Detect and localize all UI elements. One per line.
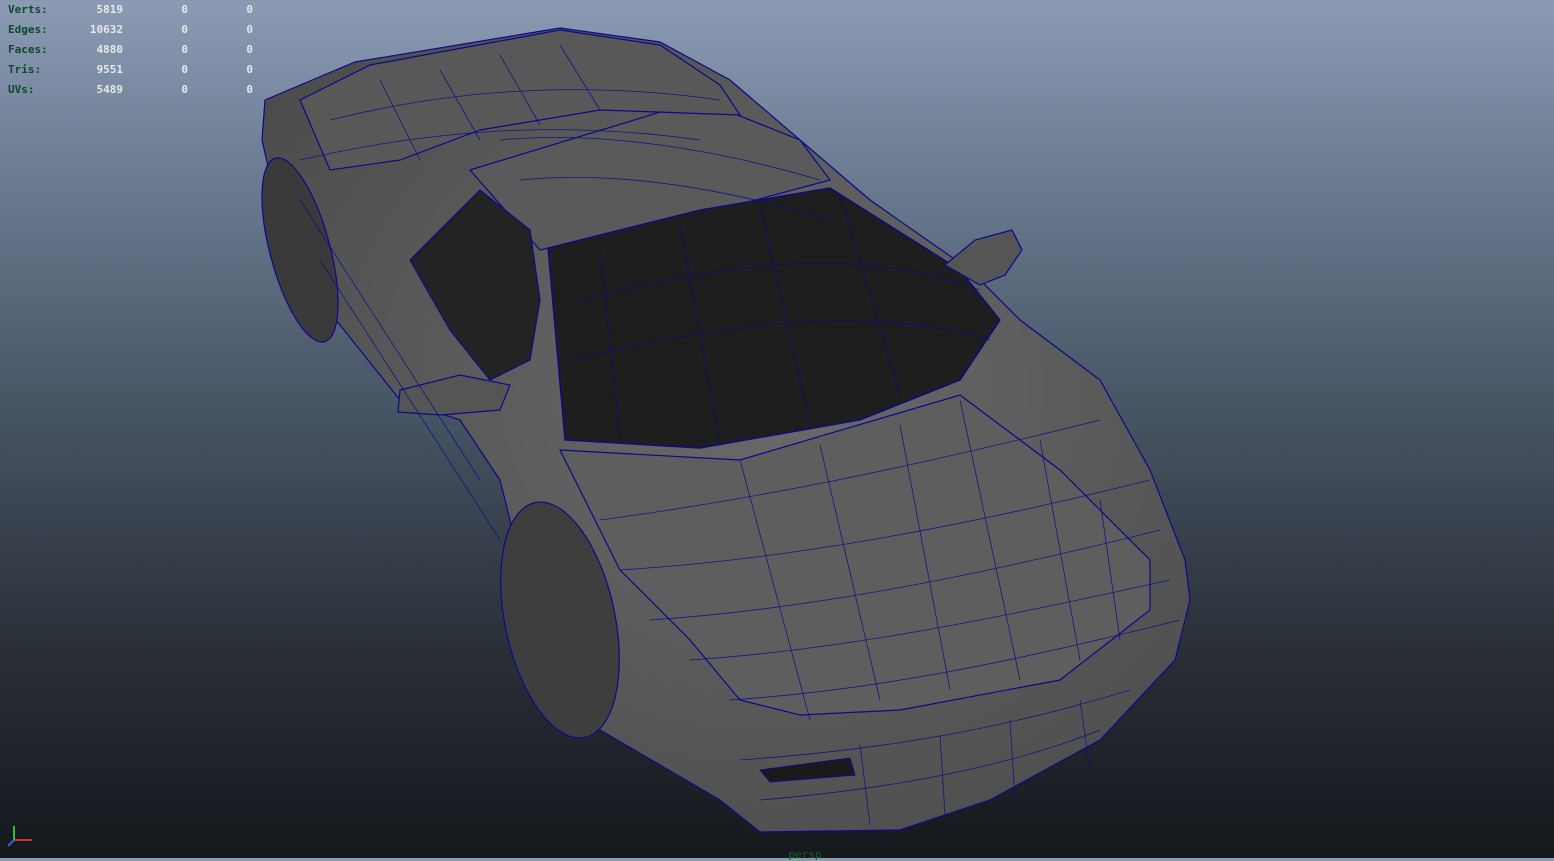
hud-label: UVs: <box>8 83 35 96</box>
hud-value: 0 <box>246 83 253 96</box>
hud-value: 0 <box>246 23 253 36</box>
camera-label: persp <box>788 848 822 861</box>
hud-row-verts: Verts: 5819 0 0 <box>6 0 266 20</box>
hud-value: 0 <box>181 63 188 76</box>
hud-label: Faces: <box>8 43 48 56</box>
hud-label: Verts: <box>8 3 48 16</box>
hud-value: 0 <box>181 3 188 16</box>
hud-value: 5819 <box>96 3 124 16</box>
hud-value: 0 <box>246 43 253 56</box>
viewport-3d[interactable]: Verts: 5819 0 0 Edges: 10632 0 0 Faces: … <box>0 0 1554 861</box>
hud-row-faces: Faces: 4880 0 0 <box>6 40 266 60</box>
hud-label: Tris: <box>8 63 42 76</box>
hud-value: 0 <box>181 23 188 36</box>
hud-value: 4880 <box>96 43 124 56</box>
hud-row-tris: Tris: 9551 0 0 <box>6 60 266 80</box>
hud-value: 0 <box>181 83 188 96</box>
xyz-axis-gizmo-icon <box>6 822 40 848</box>
hud-value: 5489 <box>96 83 124 96</box>
hud-value: 9551 <box>96 63 124 76</box>
hud-value: 10632 <box>89 23 123 36</box>
car-wireframe-model[interactable] <box>0 0 1554 858</box>
hud-value: 0 <box>246 63 253 76</box>
hud-row-uvs: UVs: 5489 0 0 <box>6 80 266 100</box>
hud-value: 0 <box>181 43 188 56</box>
poly-count-hud: Verts: 5819 0 0 Edges: 10632 0 0 Faces: … <box>6 0 266 100</box>
hud-row-edges: Edges: 10632 0 0 <box>6 20 266 40</box>
hud-label: Edges: <box>8 23 48 36</box>
hud-value: 0 <box>246 3 253 16</box>
